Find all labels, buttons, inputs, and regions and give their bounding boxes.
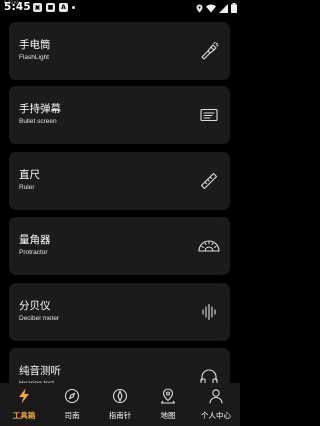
more-notifications-icon xyxy=(72,6,75,9)
tool-card-ruler[interactable]: 直尺 Ruler xyxy=(9,152,230,210)
status-time: 5:45 xyxy=(4,1,31,13)
signal-icon xyxy=(219,3,228,13)
tool-card-protractor[interactable]: 量角器 Protractor xyxy=(9,217,230,275)
nav-tab-needle-compass[interactable]: 指南针 xyxy=(96,383,144,426)
map-pin-icon xyxy=(160,388,176,404)
nav-tab-map[interactable]: 地图 xyxy=(144,383,192,426)
tool-subtitle: Bullet screen xyxy=(19,118,57,125)
nav-label: 指南针 xyxy=(108,411,132,420)
bottom-nav: 工具箱 司南 指南针 地图 个人中心 xyxy=(0,383,240,426)
tool-card-flashlight[interactable]: 手电筒 FlashLight xyxy=(9,22,230,80)
nav-label: 地图 xyxy=(160,411,176,420)
tool-title: 直尺 xyxy=(19,169,40,181)
nav-tab-profile[interactable]: 个人中心 xyxy=(192,383,240,426)
tool-subtitle: Protractor xyxy=(19,249,48,256)
toolbox-bolt-icon xyxy=(19,388,29,404)
tool-title: 手电筒 xyxy=(19,39,51,51)
tool-card-decibel-meter[interactable]: 分贝仪 Decibel meter xyxy=(9,283,230,341)
tool-subtitle: Ruler xyxy=(19,184,35,191)
compass-icon xyxy=(64,388,80,404)
decibel-icon xyxy=(202,303,216,321)
nav-tab-compass[interactable]: 司南 xyxy=(48,383,96,426)
app-notification-icon-2: A xyxy=(59,3,68,12)
wifi-icon xyxy=(206,4,216,12)
tool-title: 量角器 xyxy=(19,234,51,246)
tool-card-bullet-screen[interactable]: 手持弹幕 Bullet screen xyxy=(9,86,230,144)
tool-title: 手持弹幕 xyxy=(19,103,61,115)
ruler-icon xyxy=(200,172,218,190)
tool-subtitle: Decibel meter xyxy=(19,315,60,322)
nav-tab-toolbox[interactable]: 工具箱 xyxy=(0,383,48,426)
needle-compass-icon xyxy=(112,388,128,404)
notification-icon: ▣ xyxy=(33,3,42,12)
nav-label: 司南 xyxy=(64,411,80,420)
tool-subtitle: FlashLight xyxy=(19,54,49,61)
app-notification-icon: ■ xyxy=(46,3,55,12)
status-bar: 0.00 K/s 5:45 ▣ ■ A xyxy=(0,0,240,17)
battery-icon xyxy=(231,3,237,13)
nav-label: 工具箱 xyxy=(12,411,36,420)
flashlight-icon xyxy=(201,41,219,60)
tool-title: 分贝仪 xyxy=(19,300,51,312)
bullet-screen-icon xyxy=(200,108,218,122)
tool-title: 纯音测听 xyxy=(19,365,61,377)
profile-icon xyxy=(209,389,223,404)
nav-label: 个人中心 xyxy=(201,411,231,420)
protractor-icon xyxy=(198,240,220,252)
location-icon xyxy=(196,4,203,12)
